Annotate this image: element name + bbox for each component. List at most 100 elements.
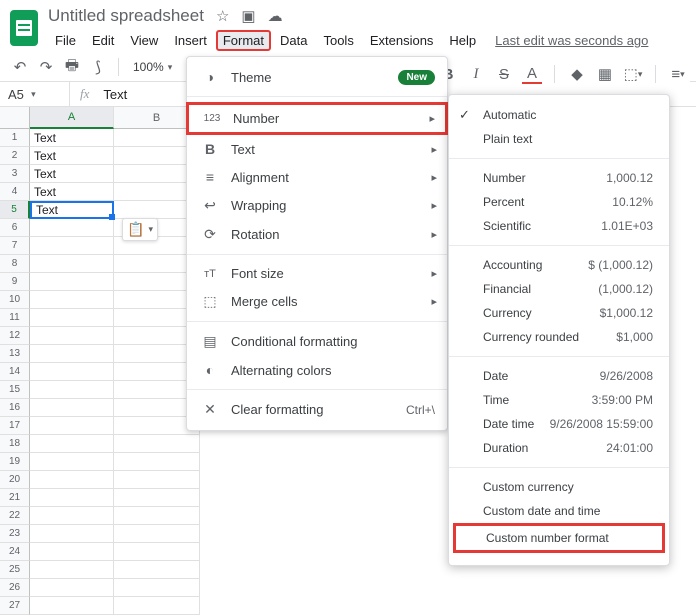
menu-help[interactable]: Help <box>442 30 483 51</box>
align-icon[interactable]: ≡▾ <box>668 64 688 84</box>
row-11[interactable]: 11 <box>0 309 30 327</box>
num-datetime[interactable]: Date time9/26/2008 15:59:00 <box>449 412 669 436</box>
borders-icon[interactable]: ▦ <box>595 64 615 84</box>
select-all[interactable] <box>0 107 30 129</box>
cell-A25[interactable] <box>30 561 114 579</box>
text-color-icon[interactable]: A <box>522 64 542 84</box>
menu-alternating[interactable]: ◐Alternating colors <box>187 356 447 384</box>
cell-A15[interactable] <box>30 381 114 399</box>
undo-icon[interactable]: ↶ <box>10 57 30 77</box>
col-A[interactable]: A <box>30 107 114 129</box>
menu-tools[interactable]: Tools <box>316 30 360 51</box>
num-currency-r[interactable]: Currency rounded$1,000 <box>449 325 669 349</box>
menu-font-size[interactable]: тTFont size▸ <box>187 260 447 287</box>
menu-view[interactable]: View <box>123 30 165 51</box>
print-icon[interactable]: 🖶 <box>62 57 82 77</box>
menu-rotation[interactable]: ⟳Rotation▸ <box>187 220 447 249</box>
last-edit[interactable]: Last edit was seconds ago <box>495 33 648 48</box>
sheets-logo[interactable] <box>10 10 38 46</box>
cell-A16[interactable] <box>30 399 114 417</box>
menu-conditional[interactable]: ▤Conditional formatting <box>187 327 447 356</box>
fill-color-icon[interactable]: ◆ <box>567 64 587 84</box>
menu-number[interactable]: 123Number▸ <box>186 102 448 135</box>
row-12[interactable]: 12 <box>0 327 30 345</box>
cell-B18[interactable] <box>114 435 200 453</box>
cell-A2[interactable]: Text <box>30 147 114 165</box>
strike-icon[interactable]: S <box>494 64 514 84</box>
row-14[interactable]: 14 <box>0 363 30 381</box>
num-number[interactable]: Number1,000.12 <box>449 166 669 190</box>
num-custom-currency[interactable]: Custom currency <box>449 475 669 499</box>
row-24[interactable]: 24 <box>0 543 30 561</box>
cell-A10[interactable] <box>30 291 114 309</box>
num-custom-dt[interactable]: Custom date and time <box>449 499 669 523</box>
cell-A7[interactable] <box>30 237 114 255</box>
menu-data[interactable]: Data <box>273 30 314 51</box>
row-15[interactable]: 15 <box>0 381 30 399</box>
menu-theme[interactable]: ◑ThemeNew <box>187 63 447 91</box>
cell-B27[interactable] <box>114 597 200 615</box>
cell-A17[interactable] <box>30 417 114 435</box>
row-26[interactable]: 26 <box>0 579 30 597</box>
cell-B19[interactable] <box>114 453 200 471</box>
num-date[interactable]: Date9/26/2008 <box>449 364 669 388</box>
num-percent[interactable]: Percent10.12% <box>449 190 669 214</box>
cell-A9[interactable] <box>30 273 114 291</box>
row-22[interactable]: 22 <box>0 507 30 525</box>
menu-clear[interactable]: ✕Clear formattingCtrl+\ <box>187 395 447 424</box>
doc-title[interactable]: Untitled spreadsheet <box>48 6 204 26</box>
cell-A8[interactable] <box>30 255 114 273</box>
cell-A3[interactable]: Text <box>30 165 114 183</box>
cell-A22[interactable] <box>30 507 114 525</box>
row-8[interactable]: 8 <box>0 255 30 273</box>
redo-icon[interactable]: ↷ <box>36 57 56 77</box>
num-scientific[interactable]: Scientific1.01E+03 <box>449 214 669 238</box>
row-23[interactable]: 23 <box>0 525 30 543</box>
menu-extensions[interactable]: Extensions <box>363 30 441 51</box>
row-25[interactable]: 25 <box>0 561 30 579</box>
name-box[interactable]: A5 ▾ <box>0 82 70 106</box>
num-duration[interactable]: Duration24:01:00 <box>449 436 669 460</box>
cell-B20[interactable] <box>114 471 200 489</box>
formula-bar[interactable]: Text <box>99 87 131 102</box>
cell-B21[interactable] <box>114 489 200 507</box>
row-10[interactable]: 10 <box>0 291 30 309</box>
italic-icon[interactable]: I <box>466 64 486 84</box>
menu-insert[interactable]: Insert <box>167 30 214 51</box>
cell-A13[interactable] <box>30 345 114 363</box>
cell-A23[interactable] <box>30 525 114 543</box>
row-16[interactable]: 16 <box>0 399 30 417</box>
row-27[interactable]: 27 <box>0 597 30 615</box>
zoom-select[interactable]: 100% ▾ <box>129 58 176 76</box>
row-7[interactable]: 7 <box>0 237 30 255</box>
star-icon[interactable]: ☆ <box>216 7 229 25</box>
cell-A19[interactable] <box>30 453 114 471</box>
row-18[interactable]: 18 <box>0 435 30 453</box>
cell-B23[interactable] <box>114 525 200 543</box>
cell-A4[interactable]: Text <box>30 183 114 201</box>
move-icon[interactable]: ▣ <box>241 7 255 25</box>
row-4[interactable]: 4 <box>0 183 30 201</box>
cell-A12[interactable] <box>30 327 114 345</box>
cell-A18[interactable] <box>30 435 114 453</box>
menu-wrapping[interactable]: ↩Wrapping▸ <box>187 191 447 220</box>
num-accounting[interactable]: Accounting$ (1,000.12) <box>449 253 669 277</box>
row-9[interactable]: 9 <box>0 273 30 291</box>
cell-A11[interactable] <box>30 309 114 327</box>
row-3[interactable]: 3 <box>0 165 30 183</box>
menu-alignment[interactable]: ≡Alignment▸ <box>187 163 447 191</box>
row-2[interactable]: 2 <box>0 147 30 165</box>
paste-options[interactable]: 📋▾ <box>122 218 158 241</box>
cloud-icon[interactable]: ☁ <box>268 7 283 25</box>
menu-text[interactable]: BText▸ <box>187 135 447 163</box>
num-financial[interactable]: Financial(1,000.12) <box>449 277 669 301</box>
cell-A5[interactable]: Text <box>30 201 114 219</box>
paint-format-icon[interactable]: ⟆ <box>88 57 108 77</box>
merge-icon[interactable]: ⬚▾ <box>623 64 643 84</box>
num-custom-format[interactable]: Custom number format <box>453 523 665 553</box>
row-1[interactable]: 1 <box>0 129 30 147</box>
cell-A21[interactable] <box>30 489 114 507</box>
cell-A6[interactable] <box>30 219 114 237</box>
row-5[interactable]: 5 <box>0 201 30 219</box>
menu-edit[interactable]: Edit <box>85 30 121 51</box>
